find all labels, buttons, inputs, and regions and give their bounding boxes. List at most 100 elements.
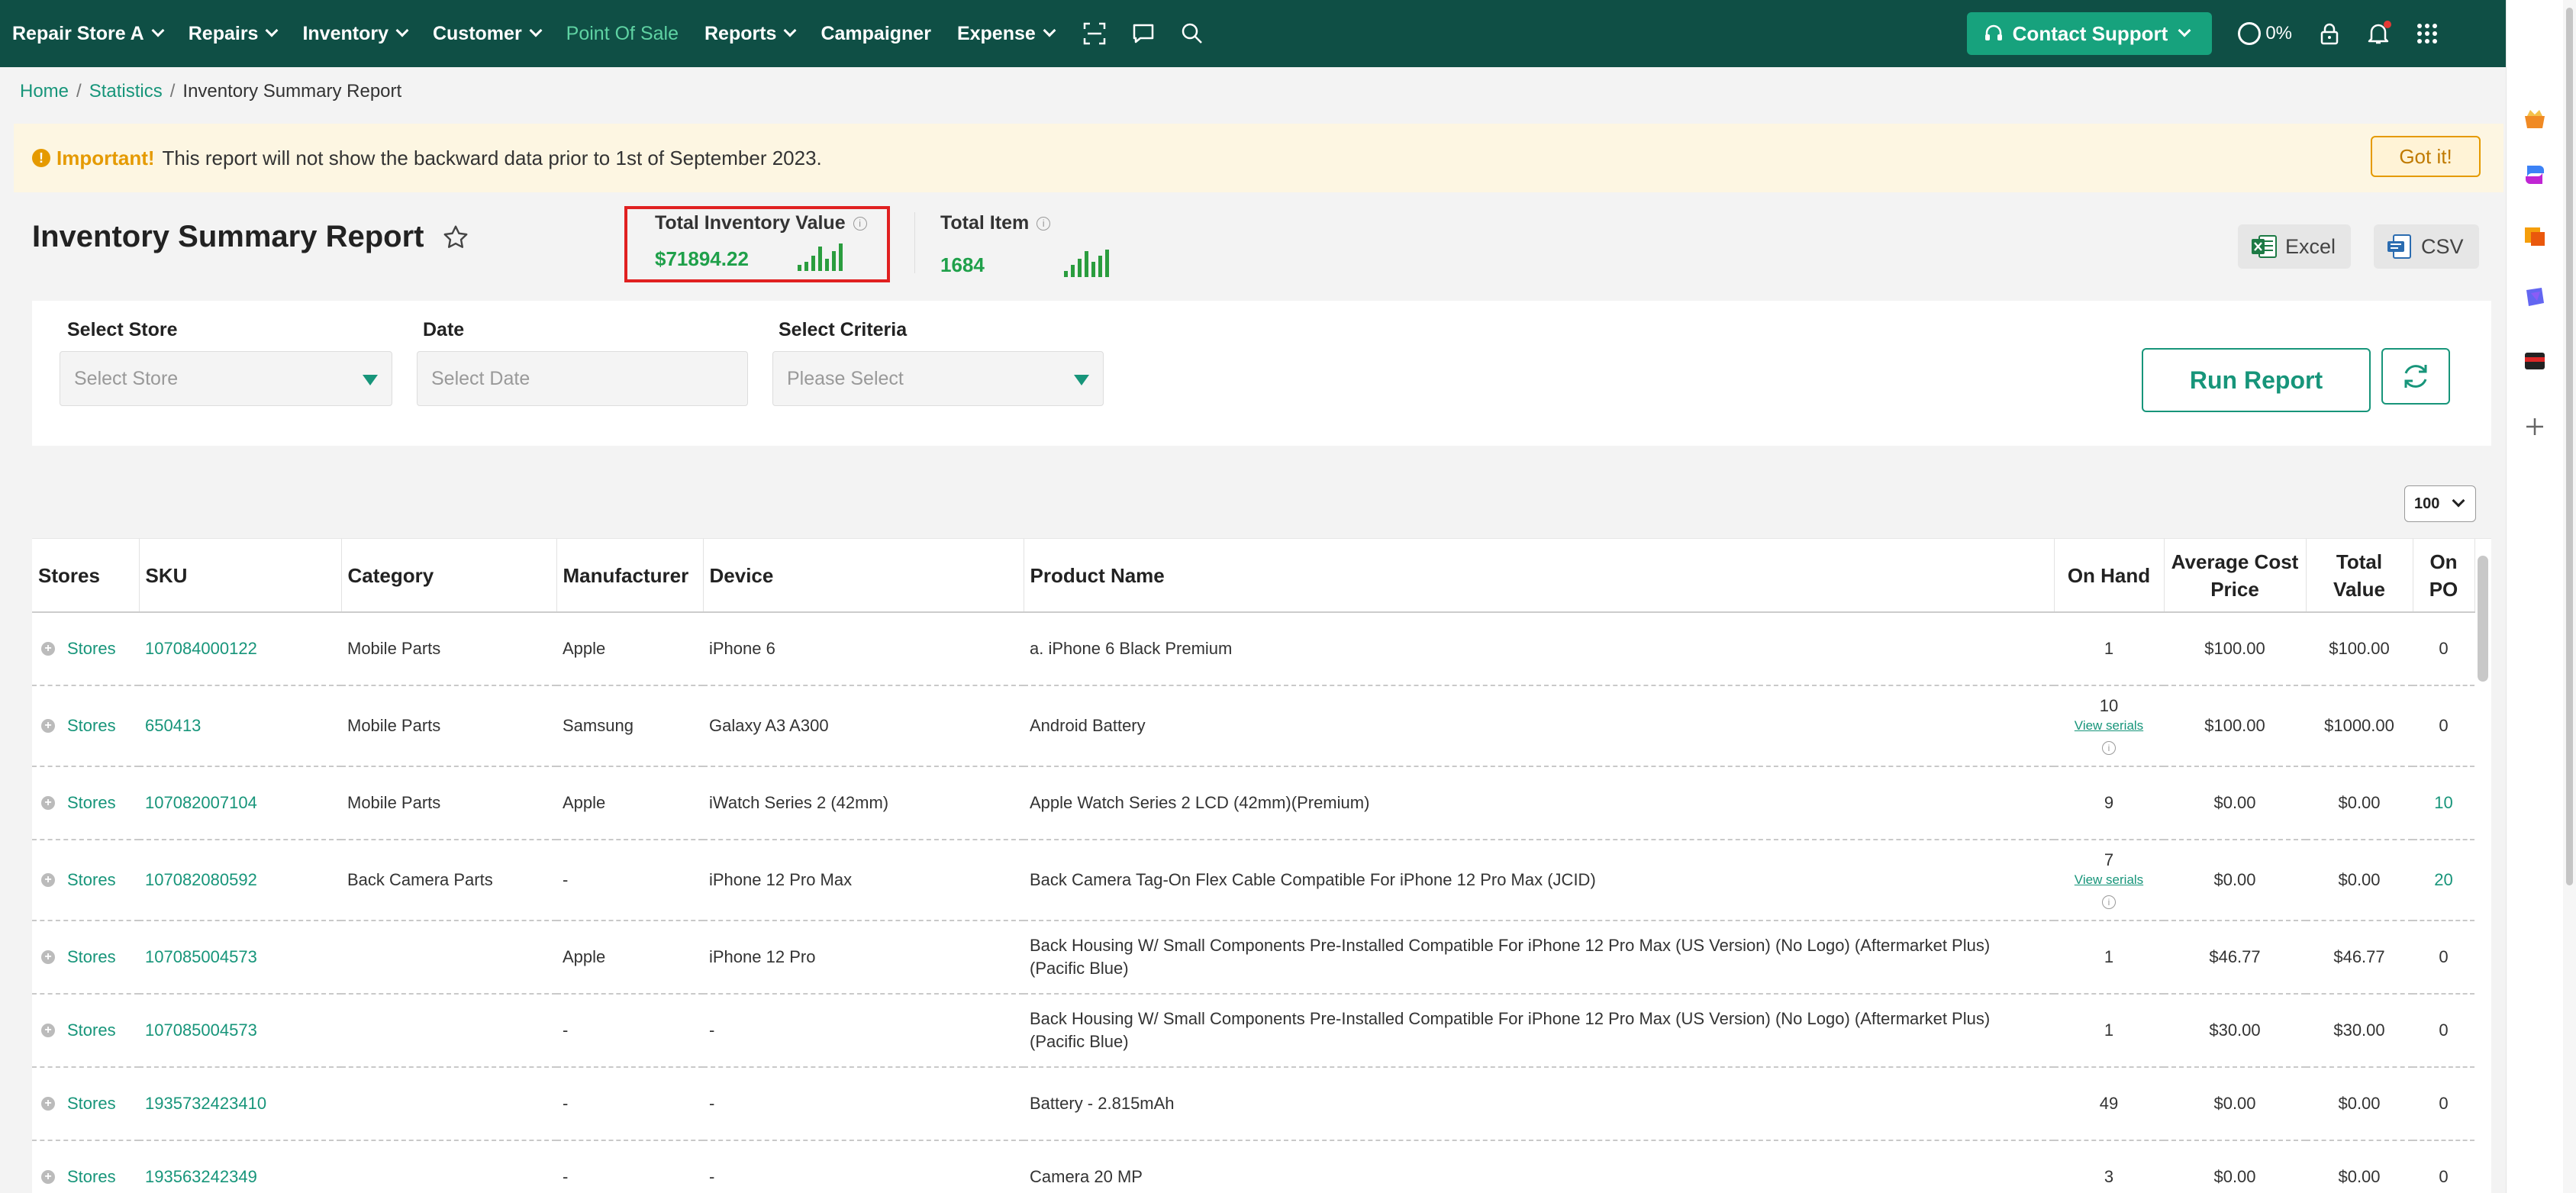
chevron-down-icon	[395, 24, 409, 37]
page-scrollbar-thumb[interactable]	[2566, 8, 2573, 885]
info-icon[interactable]: i	[2102, 741, 2116, 755]
nav-inventory[interactable]: Inventory	[302, 23, 409, 45]
stores-link[interactable]: Stores	[67, 1166, 116, 1188]
stores-link[interactable]: Stores	[67, 1092, 116, 1115]
sku-link[interactable]: 1935732423410	[139, 1067, 341, 1141]
apps-grid-icon[interactable]	[2413, 19, 2442, 48]
favorite-star-icon[interactable]	[442, 224, 469, 251]
expand-row-icon[interactable]: +	[41, 873, 55, 887]
col-total-value-line1: Total	[2336, 550, 2383, 573]
sku-link[interactable]: 193563242349	[139, 1140, 341, 1193]
expand-row-icon[interactable]: +	[41, 1024, 55, 1037]
progress-widget[interactable]: 0%	[2238, 22, 2292, 45]
got-it-button[interactable]: Got it!	[2371, 136, 2481, 177]
breadcrumb-statistics[interactable]: Statistics	[89, 81, 163, 102]
nav-campaigner[interactable]: Campaigner	[821, 23, 930, 45]
on-po-cell[interactable]: 10	[2413, 766, 2474, 840]
col-on-hand[interactable]: On Hand	[2054, 539, 2165, 613]
sku-link[interactable]: 107084000122	[139, 612, 341, 686]
stores-link[interactable]: Stores	[67, 637, 116, 660]
col-product-name[interactable]: Product Name	[1024, 539, 2055, 613]
notification-dot	[2384, 21, 2391, 28]
nav-expense[interactable]: Expense	[957, 23, 1056, 45]
col-device[interactable]: Device	[703, 539, 1024, 613]
on-hand-cell: 10 View serials i	[2054, 685, 2164, 767]
sku-link[interactable]: 107085004573	[139, 994, 341, 1068]
select-criteria-dropdown[interactable]: Please Select	[772, 351, 1104, 406]
device-cell: Galaxy A3 A300	[703, 685, 1024, 767]
average-cost-cell: $0.00	[2164, 766, 2306, 840]
stores-cell[interactable]: + Stores	[32, 1067, 139, 1141]
date-input[interactable]: Select Date	[417, 351, 748, 406]
total-value-cell: $1000.00	[2306, 685, 2413, 767]
nav-reports[interactable]: Reports	[704, 23, 797, 45]
search-icon[interactable]	[1178, 19, 1207, 48]
expand-row-icon[interactable]: +	[41, 1170, 55, 1184]
csv-export-button[interactable]: CSV	[2374, 224, 2479, 269]
office-icon[interactable]	[2520, 221, 2549, 250]
table-scrollbar-thumb[interactable]	[2478, 556, 2488, 682]
add-icon[interactable]	[2520, 412, 2549, 441]
sku-link[interactable]: 107082007104	[139, 766, 341, 840]
sku-link[interactable]: 650413	[139, 685, 341, 767]
nav-repairs[interactable]: Repairs	[189, 23, 279, 45]
stores-cell[interactable]: + Stores	[32, 766, 139, 840]
refresh-button[interactable]	[2381, 348, 2450, 405]
contact-support-button[interactable]: Contact Support	[1966, 12, 2213, 55]
view-serials-link[interactable]: View serials	[2060, 872, 2158, 888]
stores-link[interactable]: Stores	[67, 1019, 116, 1042]
stores-link[interactable]: Stores	[67, 714, 116, 737]
page-size-select[interactable]: 100	[2404, 485, 2476, 522]
copilot-icon[interactable]	[2520, 160, 2549, 189]
on-po-cell[interactable]: 20	[2413, 840, 2474, 921]
stores-link[interactable]: Stores	[67, 792, 116, 814]
shape-icon[interactable]	[2520, 282, 2549, 311]
stores-cell[interactable]: + Stores	[32, 840, 139, 921]
bell-icon[interactable]	[2364, 19, 2393, 48]
col-on-po[interactable]: On PO	[2413, 539, 2475, 613]
product-name-cell: Back Housing W/ Small Components Pre-Ins…	[1024, 994, 2054, 1068]
date-placeholder: Select Date	[431, 367, 530, 389]
stores-cell[interactable]: + Stores	[32, 921, 139, 995]
stores-cell[interactable]: + Stores	[32, 685, 139, 767]
lock-icon[interactable]	[2315, 19, 2344, 48]
device-cell: -	[703, 1140, 1024, 1193]
excel-export-button[interactable]: Excel	[2238, 224, 2352, 269]
expand-row-icon[interactable]: +	[41, 642, 55, 656]
info-icon[interactable]: i	[1037, 216, 1051, 231]
stores-link[interactable]: Stores	[67, 946, 116, 969]
breadcrumb-home[interactable]: Home	[20, 81, 69, 102]
stores-cell[interactable]: + Stores	[32, 994, 139, 1068]
col-category[interactable]: Category	[341, 539, 557, 613]
expand-row-icon[interactable]: +	[41, 796, 55, 810]
col-total-value[interactable]: Total Value	[2306, 539, 2413, 613]
mini-bar-chart-icon	[1063, 250, 1109, 277]
view-serials-link[interactable]: View serials	[2060, 717, 2158, 734]
scan-icon[interactable]	[1080, 19, 1109, 48]
gift-icon[interactable]	[2520, 104, 2549, 133]
expand-row-icon[interactable]: +	[41, 950, 55, 964]
sku-link[interactable]: 107085004573	[139, 921, 341, 995]
stores-link[interactable]: Stores	[67, 869, 116, 892]
info-icon[interactable]: i	[853, 216, 867, 231]
run-report-button[interactable]: Run Report	[2142, 348, 2371, 412]
info-icon[interactable]: i	[2102, 895, 2116, 909]
nav-point-of-sale[interactable]: Point Of Sale	[566, 23, 679, 45]
sku-link[interactable]: 107082080592	[139, 840, 341, 921]
wallet-icon[interactable]	[2520, 347, 2549, 376]
nav-customer[interactable]: Customer	[433, 23, 543, 45]
expand-row-icon[interactable]: +	[41, 1097, 55, 1111]
col-sku[interactable]: SKU	[139, 539, 342, 613]
stores-cell[interactable]: + Stores	[32, 1140, 139, 1193]
on-hand-value: 7	[2104, 850, 2114, 869]
col-manufacturer[interactable]: Manufacturer	[556, 539, 704, 613]
col-average-cost-price[interactable]: Average Cost Price	[2164, 539, 2307, 613]
store-switcher[interactable]: Repair Store A	[12, 23, 165, 45]
stores-cell[interactable]: + Stores	[32, 612, 139, 686]
expand-row-icon[interactable]: +	[41, 719, 55, 733]
chat-icon[interactable]	[1129, 19, 1158, 48]
col-stores[interactable]: Stores	[32, 539, 140, 613]
page-scrollbar[interactable]	[2563, 0, 2576, 1193]
table-scrollbar[interactable]	[2478, 540, 2488, 1174]
select-store-dropdown[interactable]: Select Store	[60, 351, 392, 406]
